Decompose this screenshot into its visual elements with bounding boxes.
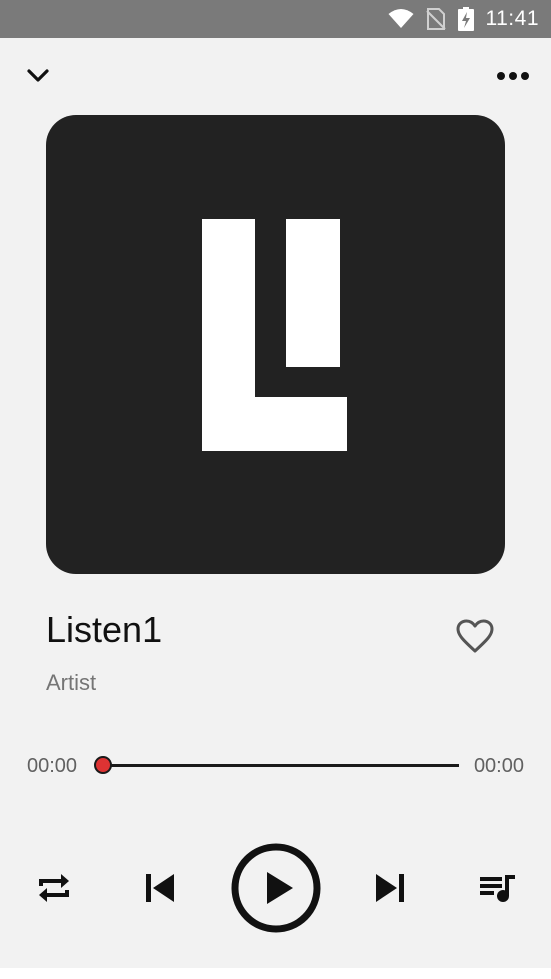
repeat-button[interactable] (30, 864, 78, 912)
next-button[interactable] (366, 864, 414, 912)
listen1-logo (202, 219, 347, 451)
queue-music-icon (480, 875, 515, 902)
seek-thumb[interactable] (94, 756, 112, 774)
chevron-down-icon (27, 69, 49, 82)
track-artist: Artist (46, 670, 97, 695)
play-button[interactable] (230, 842, 322, 934)
status-time: 11:41 (485, 7, 539, 30)
play-circle-icon (231, 843, 321, 933)
skip-previous-icon (146, 874, 174, 902)
no-sim-icon (425, 8, 446, 30)
wifi-icon (388, 9, 414, 29)
total-time: 00:00 (473, 755, 524, 777)
more-options-button[interactable] (495, 60, 531, 92)
track-title: Listen1 (46, 609, 163, 650)
status-icons: 11:41 (388, 0, 540, 38)
more-horizontal-icon (497, 72, 529, 80)
repeat-icon (39, 874, 69, 902)
seek-bar[interactable] (94, 756, 459, 774)
heart-outline-icon (456, 619, 494, 653)
current-time: 00:00 (27, 755, 78, 777)
playback-controls (0, 840, 551, 936)
playlist-button[interactable] (474, 864, 522, 912)
collapse-button[interactable] (22, 60, 54, 92)
battery-charging-icon (457, 7, 474, 31)
player-top-bar (0, 38, 551, 112)
favorite-button[interactable] (452, 613, 498, 659)
previous-button[interactable] (136, 864, 184, 912)
bottom-edge (0, 968, 551, 979)
album-cover (46, 115, 505, 574)
status-bar: 11:41 (0, 0, 551, 38)
skip-next-icon (376, 874, 404, 902)
